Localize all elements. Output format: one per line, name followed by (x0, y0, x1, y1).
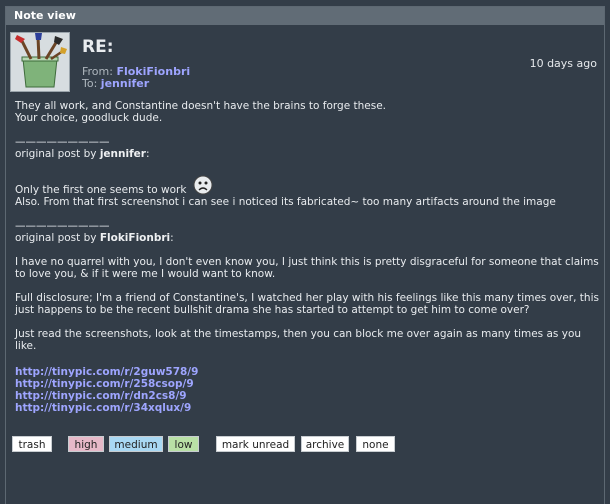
link-item[interactable]: http://tinypic.com/r/dn2cs8/9 (15, 390, 198, 402)
quote-user: FlokiFionbri (99, 232, 171, 244)
message-line: They all work, and Constantine doesn't h… (15, 100, 387, 112)
to-label: To: (82, 77, 98, 90)
quote-suffix: : (145, 148, 150, 160)
to-user-link[interactable]: jennifer (101, 77, 149, 90)
quote-user: jennifer (99, 148, 146, 160)
quote-prefix: original post by (15, 232, 97, 244)
quote-text: Only the first one seems to work (15, 184, 187, 196)
quote-header: original post by jennifer: (15, 148, 600, 160)
priority-low-button[interactable]: low (168, 436, 199, 452)
quote-separator: ————————— (15, 136, 110, 148)
link-item[interactable]: http://tinypic.com/r/34xqlux/9 (15, 402, 198, 414)
priority-medium-button[interactable]: medium (109, 436, 163, 452)
trash-button[interactable]: trash (12, 436, 52, 452)
priority-high-button[interactable]: high (68, 436, 104, 452)
note-subject: RE: (82, 37, 114, 57)
quote-line: Also. From that first screenshot i can s… (15, 196, 556, 208)
link-list: http://tinypic.com/r/2guw578/9 http://ti… (15, 366, 198, 414)
quote-header: original post by FlokiFionbri: (15, 232, 600, 244)
quote-paragraph: Full disclosure; I'm a friend of Constan… (15, 292, 599, 316)
quote-line: Only the first one seems to work (15, 175, 600, 196)
avatar[interactable] (10, 32, 70, 92)
quote-separator: ————————— (15, 220, 110, 232)
sad-face-icon (193, 175, 213, 195)
quote-paragraph: Just read the screenshots, look at the t… (15, 328, 582, 352)
mark-unread-button[interactable]: mark unread (216, 436, 295, 452)
note-age: 10 days ago (529, 57, 597, 70)
none-button[interactable]: none (356, 436, 395, 452)
quote-suffix: : (170, 232, 174, 244)
link-item[interactable]: http://tinypic.com/r/2guw578/9 (15, 366, 198, 378)
message-line: Your choice, goodluck dude. (15, 112, 163, 124)
link-item[interactable]: http://tinypic.com/r/258csop/9 (15, 378, 198, 390)
to-line: To: jennifer (82, 77, 149, 90)
window-title: Note view (6, 7, 604, 25)
archive-button[interactable]: archive (301, 436, 349, 452)
message-body: They all work, and Constantine doesn't h… (15, 100, 600, 352)
paintbrush-jar-icon (11, 33, 69, 91)
quote-paragraph: I have no quarrel with you, I don't even… (15, 256, 599, 280)
quote-prefix: original post by (15, 148, 97, 160)
